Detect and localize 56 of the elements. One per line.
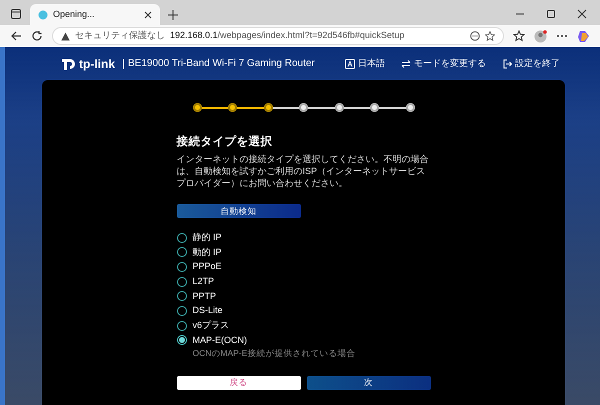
tab-title: Opening... [53,8,96,21]
exit-icon [502,58,512,68]
sidebar-icon[interactable] [10,8,22,20]
copilot-icon[interactable] [577,30,590,42]
option-note: OCNのMAP-E接続が提供されている場合 [192,346,356,360]
warning-icon [61,32,70,40]
favorites-icon[interactable] [513,30,525,42]
browser-tab[interactable]: Opening... [30,4,160,25]
product-name: BE19000 Tri-Band Wi-Fi 7 Gaming Router [123,58,315,68]
radio-option[interactable]: PPPoE [176,260,430,274]
radio-option[interactable]: 静的 IP [176,230,430,245]
swap-icon [401,58,411,68]
close-icon[interactable] [577,9,587,19]
radio-option[interactable]: PPTP [176,289,430,304]
close-icon[interactable] [144,10,152,18]
radio-button[interactable] [176,276,186,287]
maximize-icon[interactable] [546,9,556,19]
description-text: インターネットの接続タイプを選択してください。不明の場合は、自動検知を試すかご利用のISP（インターネットサービスプロバイダー）にお問い合わせください。 [176,154,430,190]
security-label: セキュリティ保護なし [75,29,165,42]
option-label: L2TP [192,274,214,288]
header-link[interactable]: モードを変更する [401,56,486,70]
option-label: v6プラス [192,319,230,332]
star-icon[interactable] [485,31,495,41]
radio-option[interactable]: 動的 IP [176,245,430,260]
option-label: 動的 IP [192,246,222,259]
radio-option[interactable]: MAP-E(OCN) [176,333,430,348]
option-label: DS-Lite [192,304,223,318]
radio-button[interactable] [176,262,186,272]
radio-button[interactable] [176,320,186,331]
radio-button[interactable] [176,335,186,346]
next-button[interactable]: 次 [306,376,430,390]
new-tab-icon[interactable] [168,10,178,20]
radio-button[interactable] [176,306,186,316]
radio-option[interactable]: v6プラス [176,318,430,334]
option-label: PPTP [192,290,216,303]
radio-button[interactable] [176,291,186,302]
back-icon[interactable] [10,30,22,42]
header-link[interactable]: 日本語 [345,56,385,70]
more-icon[interactable] [470,31,480,41]
header-link[interactable]: 設定を終了 [502,56,560,70]
radio-button[interactable] [176,247,186,258]
option-label: MAP-E(OCN) [192,334,247,347]
reload-icon[interactable] [31,30,43,42]
url-text: 192.168.0.1/webpages/index.html?t=92d546fb#quickSetup [170,29,404,42]
back-button[interactable]: 戻る [176,376,300,390]
radio-button[interactable] [176,232,186,243]
language-icon [345,58,355,68]
logo-text: tp-link [79,56,115,72]
address-field[interactable]: セキュリティ保護なし 192.168.0.1/webpages/index.html?t=92d546fb#quickSetup [52,27,504,45]
radio-option[interactable]: DS-Lite [176,304,430,318]
option-label: PPPoE [192,260,222,274]
auto-detect-button[interactable]: 自動検知 [176,204,300,218]
radio-option[interactable]: L2TP [176,274,430,290]
profile-icon[interactable] [534,30,547,42]
option-label: 静的 IP [192,230,222,244]
section-title: 接続タイプを選択 [176,134,274,150]
